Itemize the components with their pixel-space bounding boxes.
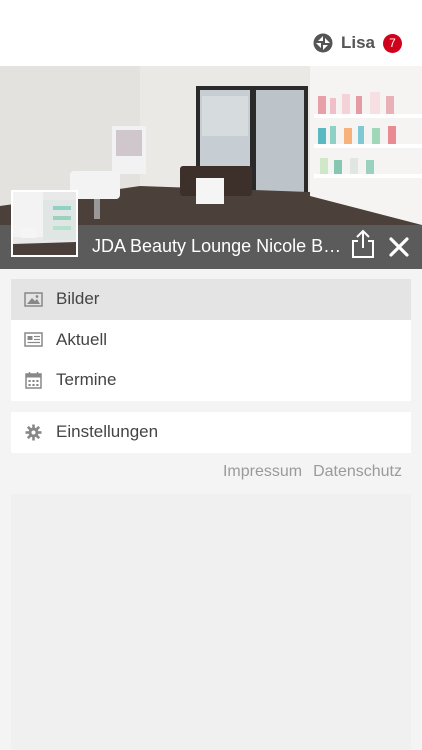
notification-badge[interactable]: 7	[383, 33, 402, 53]
impressum-link[interactable]: Impressum	[223, 463, 302, 481]
settings-card: Einstellungen	[11, 412, 411, 453]
menu-item-termine[interactable]: Termine	[11, 360, 411, 401]
salon-thumbnail-image	[13, 192, 76, 255]
menu-label-einstellungen: Einstellungen	[56, 422, 159, 442]
menu-card: Bilder Aktuell Termine	[11, 279, 411, 401]
top-bar: Lisa 7	[0, 0, 422, 66]
close-icon[interactable]	[386, 234, 412, 260]
menu-item-bilder[interactable]: Bilder	[11, 279, 411, 320]
content-area	[11, 494, 411, 750]
datenschutz-link[interactable]: Datenschutz	[313, 463, 402, 481]
calendar-icon	[25, 371, 42, 389]
menu-label-termine: Termine	[56, 370, 117, 390]
menu-item-aktuell[interactable]: Aktuell	[11, 320, 411, 361]
menu-label-aktuell: Aktuell	[56, 329, 108, 349]
menu-label-bilder: Bilder	[56, 289, 100, 309]
salon-header: JDA Beauty Lounge Nicole Be...	[0, 66, 422, 269]
salon-thumbnail[interactable]	[11, 190, 78, 257]
salon-name: JDA Beauty Lounge Nicole Be...	[92, 236, 342, 256]
gear-icon	[25, 424, 42, 441]
image-icon	[24, 292, 43, 307]
user-menu[interactable]: Lisa 7	[313, 33, 402, 53]
news-icon	[24, 332, 43, 348]
share-icon[interactable]	[350, 229, 376, 259]
app-logo-icon	[313, 33, 333, 53]
user-name[interactable]: Lisa	[341, 33, 375, 53]
footer-links: Impressum Datenschutz	[223, 463, 402, 481]
menu-item-einstellungen[interactable]: Einstellungen	[11, 412, 411, 453]
